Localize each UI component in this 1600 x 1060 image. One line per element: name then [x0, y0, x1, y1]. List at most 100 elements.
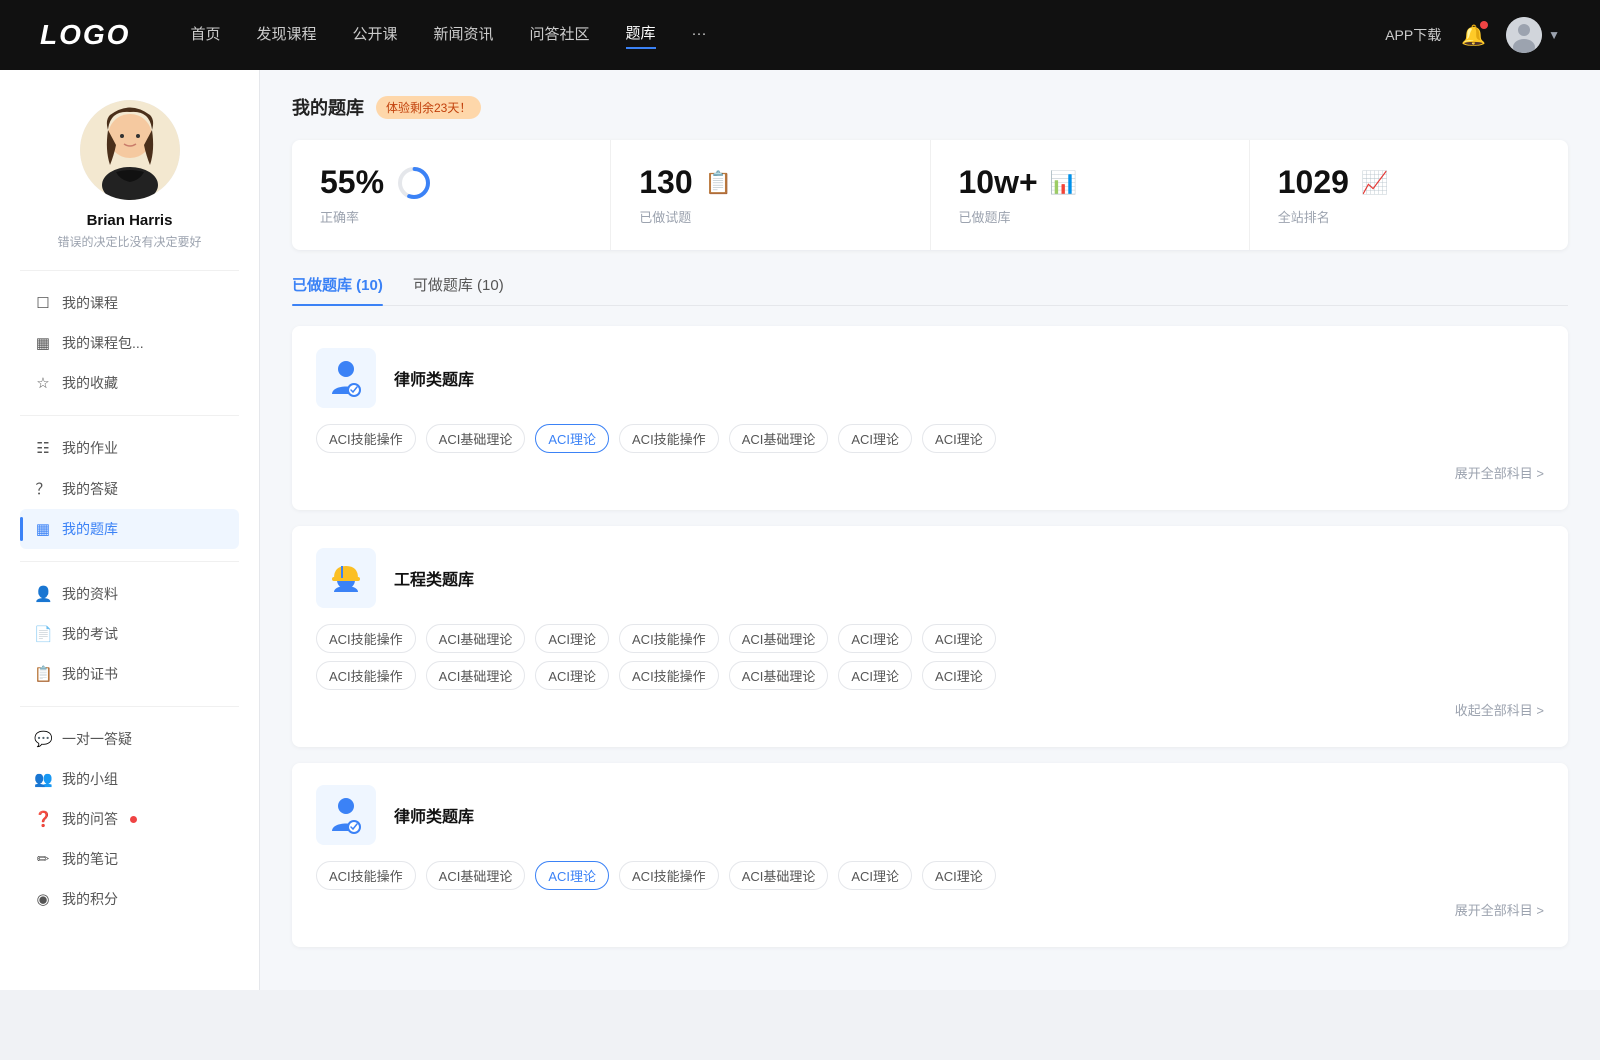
bank-name-1: 工程类题库 [394, 566, 474, 590]
tag-0-1[interactable]: ACI基础理论 [426, 424, 526, 453]
page-title: 我的题库 [292, 94, 364, 120]
notes-icon: ✏ [34, 850, 52, 868]
tag-1a-2[interactable]: ACI理论 [535, 624, 609, 653]
bank-tags-0: ACI技能操作 ACI基础理论 ACI理论 ACI技能操作 ACI基础理论 AC… [316, 424, 1544, 482]
sidebar-item-my-favorites[interactable]: ☆ 我的收藏 [20, 363, 239, 403]
sidebar-item-one-one-qa[interactable]: 💬 一对一答疑 [20, 719, 239, 759]
sidebar-item-my-questions[interactable]: ❓ 我的问答 [20, 799, 239, 839]
stat-accuracy-value: 55% [320, 164, 384, 201]
bank-icon-engineer-1 [316, 548, 376, 608]
bank-tags-2: ACI技能操作 ACI基础理论 ACI理论 ACI技能操作 ACI基础理论 AC… [316, 861, 1544, 919]
logo[interactable]: LOGO [40, 19, 130, 51]
bank-card-1: 工程类题库 ACI技能操作 ACI基础理论 ACI理论 ACI技能操作 ACI基… [292, 526, 1568, 747]
bank-card-0-header: 律师类题库 [316, 348, 1544, 408]
tag-1a-0[interactable]: ACI技能操作 [316, 624, 416, 653]
bank-icon-lawyer-0 [316, 348, 376, 408]
tag-1b-6[interactable]: ACI理论 [922, 661, 996, 690]
course-icon: ☐ [34, 294, 52, 312]
tag-2-5[interactable]: ACI理论 [838, 861, 912, 890]
sidebar-divider-4 [20, 706, 239, 707]
tag-2-3[interactable]: ACI技能操作 [619, 861, 719, 890]
sidebar-item-my-qa[interactable]: ？ 我的答疑 [20, 468, 239, 509]
tag-2-2[interactable]: ACI理论 [535, 861, 609, 890]
tags-row-0: ACI技能操作 ACI基础理论 ACI理论 ACI技能操作 ACI基础理论 AC… [316, 424, 1544, 453]
page-layout: Brian Harris 错误的决定比没有决定要好 ☐ 我的课程 ▦ 我的课程包… [0, 70, 1600, 990]
expand-link-1[interactable]: 收起全部科目 > [316, 700, 1544, 719]
table-icon: 📊 [1050, 170, 1077, 196]
tag-0-5[interactable]: ACI理论 [838, 424, 912, 453]
bank-card-1-header: 工程类题库 [316, 548, 1544, 608]
bank-name-0: 律师类题库 [394, 366, 474, 390]
expand-link-0[interactable]: 展开全部科目 > [316, 463, 1544, 482]
qa-icon: ？ [34, 478, 52, 499]
nav-discover[interactable]: 发现课程 [256, 23, 316, 48]
nav-home[interactable]: 首页 [190, 23, 220, 48]
tab-done-banks[interactable]: 已做题库 (10) [292, 274, 383, 305]
tag-1a-6[interactable]: ACI理论 [922, 624, 996, 653]
nav-mooc[interactable]: 公开课 [352, 23, 397, 48]
cert-icon: 📋 [34, 665, 52, 683]
tag-1a-4[interactable]: ACI基础理论 [729, 624, 829, 653]
stat-ranking-value: 1029 [1278, 164, 1349, 201]
stat-ranking-label: 全站排名 [1278, 207, 1540, 226]
sidebar-label-my-bank: 我的题库 [62, 519, 118, 539]
questions-red-dot [130, 816, 137, 823]
tag-2-4[interactable]: ACI基础理论 [729, 861, 829, 890]
tag-1a-5[interactable]: ACI理论 [838, 624, 912, 653]
tabs-row: 已做题库 (10) 可做题库 (10) [292, 274, 1568, 306]
tag-1b-4[interactable]: ACI基础理论 [729, 661, 829, 690]
sidebar-item-my-homework[interactable]: ☷ 我的作业 [20, 428, 239, 468]
sidebar-item-my-cert[interactable]: 📋 我的证书 [20, 654, 239, 694]
tag-0-3[interactable]: ACI技能操作 [619, 424, 719, 453]
sidebar-menu: ☐ 我的课程 ▦ 我的课程包... ☆ 我的收藏 ☷ 我的作业 ？ 我的答疑 ▦ [20, 283, 239, 919]
stat-ranking: 1029 📈 全站排名 [1250, 140, 1568, 250]
expand-link-2[interactable]: 展开全部科目 > [316, 900, 1544, 919]
notification-dot [1480, 21, 1488, 29]
nav-news[interactable]: 新闻资讯 [434, 23, 494, 48]
tag-0-4[interactable]: ACI基础理论 [729, 424, 829, 453]
sidebar-item-my-bank[interactable]: ▦ 我的题库 [20, 509, 239, 549]
sidebar-item-my-package[interactable]: ▦ 我的课程包... [20, 323, 239, 363]
profile-motto: 错误的决定比没有决定要好 [57, 233, 201, 250]
sidebar-item-my-group[interactable]: 👥 我的小组 [20, 759, 239, 799]
tag-0-6[interactable]: ACI理论 [922, 424, 996, 453]
tab-available-banks[interactable]: 可做题库 (10) [413, 274, 504, 305]
nav-qa[interactable]: 问答社区 [530, 23, 590, 48]
list-icon: 📋 [705, 170, 732, 196]
sidebar-item-my-course[interactable]: ☐ 我的课程 [20, 283, 239, 323]
tag-1b-2[interactable]: ACI理论 [535, 661, 609, 690]
tag-2-0[interactable]: ACI技能操作 [316, 861, 416, 890]
profile-icon: 👤 [34, 585, 52, 603]
tag-1b-0[interactable]: ACI技能操作 [316, 661, 416, 690]
profile-avatar [80, 100, 180, 200]
tag-1b-1[interactable]: ACI基础理论 [426, 661, 526, 690]
bank-card-2-header: 律师类题库 [316, 785, 1544, 845]
stats-row: 55% 正确率 130 📋 已做试题 [292, 140, 1568, 250]
notification-bell[interactable]: 🔔 [1461, 23, 1486, 48]
tag-1a-1[interactable]: ACI基础理论 [426, 624, 526, 653]
app-download-button[interactable]: APP下载 [1385, 25, 1441, 45]
tag-2-1[interactable]: ACI基础理论 [426, 861, 526, 890]
package-icon: ▦ [34, 334, 52, 352]
nav-more[interactable]: ··· [692, 25, 707, 46]
sidebar-item-my-profile[interactable]: 👤 我的资料 [20, 574, 239, 614]
stat-done-questions-label: 已做试题 [639, 207, 901, 226]
tag-1b-5[interactable]: ACI理论 [838, 661, 912, 690]
tag-2-6[interactable]: ACI理论 [922, 861, 996, 890]
navbar-right: APP下载 🔔 ▼ [1385, 17, 1560, 53]
stat-done-questions: 130 📋 已做试题 [611, 140, 930, 250]
tag-1b-3[interactable]: ACI技能操作 [619, 661, 719, 690]
sidebar-item-my-exam[interactable]: 📄 我的考试 [20, 614, 239, 654]
tag-0-2[interactable]: ACI理论 [535, 424, 609, 453]
bank-name-2: 律师类题库 [394, 803, 474, 827]
sidebar-label-my-points: 我的积分 [62, 889, 118, 909]
sidebar-item-my-notes[interactable]: ✏ 我的笔记 [20, 839, 239, 879]
sidebar-label-my-package: 我的课程包... [62, 333, 144, 353]
nav-bank[interactable]: 题库 [626, 22, 656, 49]
tag-0-0[interactable]: ACI技能操作 [316, 424, 416, 453]
bank-tags-1: ACI技能操作 ACI基础理论 ACI理论 ACI技能操作 ACI基础理论 AC… [316, 624, 1544, 719]
user-avatar-wrap[interactable]: ▼ [1506, 17, 1560, 53]
tag-1a-3[interactable]: ACI技能操作 [619, 624, 719, 653]
sidebar-item-my-points[interactable]: ◉ 我的积分 [20, 879, 239, 919]
stat-ranking-top: 1029 📈 [1278, 164, 1540, 201]
